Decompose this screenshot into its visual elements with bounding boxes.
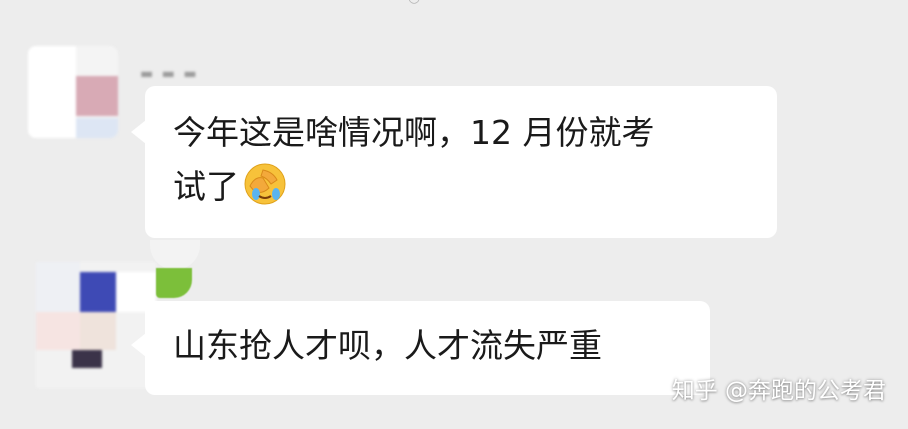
chat-area: ◡ ▬ ▬ ▬ 今年这是啥情况啊，12 月份就考 试了 山东抢人才呗，人 — [0, 0, 908, 429]
message-bubble[interactable]: 山东抢人才呗，人才流失严重 — [131, 301, 710, 395]
face-palm-emoji-icon — [243, 162, 287, 206]
avatar[interactable] — [36, 262, 156, 388]
avatar[interactable] — [28, 46, 118, 138]
message-bubble[interactable]: 今年这是啥情况啊，12 月份就考 试了 — [131, 86, 777, 238]
avatar-fragment — [150, 240, 200, 270]
avatar-fragment — [156, 268, 192, 298]
message-text: 山东抢人才呗，人才流失严重 — [173, 326, 602, 365]
message-text: 试了 — [173, 167, 239, 206]
message-text: 今年这是啥情况啊，12 月份就考 — [173, 113, 655, 152]
top-partial-element: ◡ — [408, 0, 448, 6]
watermark: 知乎 @奔跑的公考君 — [671, 378, 886, 404]
sender-name-blurred: ▬ ▬ ▬ — [140, 66, 199, 82]
